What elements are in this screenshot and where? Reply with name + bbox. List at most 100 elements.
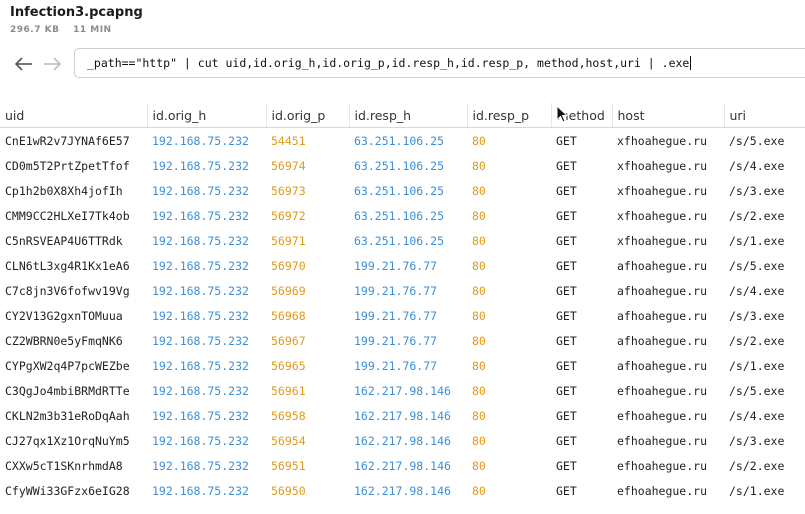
table-cell: 80 (472, 258, 486, 273)
table-row[interactable]: CYPgXW2q4P7pcWEZbe 192.168.75.232 56965 199… (0, 353, 805, 378)
table-cell: 56968 (271, 308, 306, 323)
table-row[interactable]: CXXw5cT1SKnrhmdA8 192.168.75.232 56951 162.… (0, 453, 805, 478)
table-cell: efhoahegue.ru (617, 408, 708, 423)
table-cell: C5nRSVEAP4U6TTRdk (5, 233, 123, 248)
mouse-cursor-icon (556, 104, 569, 127)
table-cell: efhoahegue.ru (617, 433, 708, 448)
query-input[interactable]: _path=="http" | cut uid,id.orig_h,id.ori… (74, 48, 805, 78)
table-cell: xfhoahegue.ru (617, 233, 708, 248)
table-cell: 63.251.106.25 (354, 233, 445, 248)
table-cell: 80 (472, 408, 486, 423)
table-cell: 80 (472, 233, 486, 248)
table-cell: CYPgXW2q4P7pcWEZbe (5, 358, 130, 373)
table-cell: /s/5.exe (729, 133, 785, 148)
table-row[interactable]: CZ2WBRN0e5yFmqNK6 192.168.75.232 56967 199.… (0, 328, 805, 353)
table-row[interactable]: CD0m5T2PrtZpetTfof 192.168.75.232 56974 63.… (0, 153, 805, 178)
table-cell: 80 (472, 208, 486, 223)
file-meta: 296.7 KB 11 MIN (10, 25, 122, 35)
column-header[interactable]: id.orig_p (265, 103, 349, 128)
table-cell: 192.168.75.232 (152, 183, 249, 198)
query-text: _path=="http" | cut uid,id.orig_h,id.ori… (87, 56, 690, 70)
table-cell: 56973 (271, 183, 306, 198)
table-cell: GET (556, 358, 577, 373)
column-header[interactable]: uid (0, 103, 147, 128)
table-cell: /s/1.exe (729, 233, 785, 248)
title-bar: Infection3.pcapng 296.7 KB 11 MIN (0, 0, 805, 44)
table-cell: 192.168.75.232 (152, 233, 249, 248)
table-cell: 192.168.75.232 (152, 133, 249, 148)
table-cell: 192.168.75.232 (152, 433, 249, 448)
table-cell: /s/3.exe (729, 183, 785, 198)
table-cell: efhoahegue.ru (617, 458, 708, 473)
table-cell: afhoahegue.ru (617, 308, 708, 323)
table-cell: 192.168.75.232 (152, 208, 249, 223)
table-cell: afhoahegue.ru (617, 258, 708, 273)
column-header[interactable]: id.orig_h (146, 103, 266, 128)
text-caret (690, 56, 692, 70)
table-cell: C3QgJo4mbiBRMdRTTe (5, 383, 130, 398)
table-cell: CD0m5T2PrtZpetTfof (5, 158, 130, 173)
table-cell: GET (556, 258, 577, 273)
table-cell: 63.251.106.25 (354, 183, 445, 198)
table-row[interactable]: CLN6tL3xg4R1Kx1eA6 192.168.75.232 56970 199… (0, 253, 805, 278)
table-cell: /s/1.exe (729, 358, 785, 373)
table-row[interactable]: Cp1h2b0X8Xh4jofIh 192.168.75.232 56973 63.2… (0, 178, 805, 203)
table-cell: 80 (472, 133, 486, 148)
table-cell: 192.168.75.232 (152, 333, 249, 348)
forward-button[interactable] (41, 53, 63, 75)
table-cell: 162.217.98.146 (354, 383, 451, 398)
table-cell: 80 (472, 358, 486, 373)
table-cell: 162.217.98.146 (354, 433, 451, 448)
table-cell: efhoahegue.ru (617, 383, 708, 398)
table-cell: 56961 (271, 383, 306, 398)
back-button[interactable] (13, 53, 35, 75)
table-row[interactable]: CJ27qx1Xz1OrqNuYm5 192.168.75.232 56954 162… (0, 428, 805, 453)
table-cell: /s/5.exe (729, 383, 785, 398)
table-cell: GET (556, 433, 577, 448)
table-row[interactable]: C3QgJo4mbiBRMdRTTe 192.168.75.232 56961 162… (0, 378, 805, 403)
column-header[interactable]: id.resp_h (348, 103, 467, 128)
table-cell: /s/1.exe (729, 483, 785, 498)
table-cell: /s/3.exe (729, 433, 785, 448)
table-cell: GET (556, 308, 577, 323)
table-cell: GET (556, 483, 577, 498)
table-cell: CMM9CC2HLXeI7Tk4ob (5, 208, 130, 223)
table-cell: Cp1h2b0X8Xh4jofIh (5, 183, 123, 198)
table-row[interactable]: CKLN2m3b31eRoDqAah 192.168.75.232 56958 162… (0, 403, 805, 428)
table-row[interactable]: CMM9CC2HLXeI7Tk4ob 192.168.75.232 56972 63.… (0, 203, 805, 228)
table-cell: GET (556, 383, 577, 398)
table-row[interactable]: C7c8jn3V6fofwv19Vg 192.168.75.232 56969 199… (0, 278, 805, 303)
table-cell: 192.168.75.232 (152, 283, 249, 298)
table-cell: GET (556, 233, 577, 248)
table-cell: afhoahegue.ru (617, 283, 708, 298)
arrow-left-icon (14, 57, 32, 71)
column-header[interactable]: id.resp_p (466, 103, 551, 128)
table-cell: /s/2.exe (729, 333, 785, 348)
table-cell: 56965 (271, 358, 306, 373)
table-cell: 162.217.98.146 (354, 458, 451, 473)
table-cell: 192.168.75.232 (152, 483, 249, 498)
table-cell: 80 (472, 458, 486, 473)
table-cell: 192.168.75.232 (152, 158, 249, 173)
table-cell: CZ2WBRN0e5yFmqNK6 (5, 333, 123, 348)
column-header[interactable]: host (611, 103, 724, 128)
table-cell: 192.168.75.232 (152, 308, 249, 323)
table-cell: GET (556, 158, 577, 173)
table-cell: 80 (472, 158, 486, 173)
table-row[interactable]: CY2V13G2gxnTOMuua 192.168.75.232 56968 199.… (0, 303, 805, 328)
table-cell: /s/2.exe (729, 208, 785, 223)
table-cell: 80 (472, 283, 486, 298)
table-cell: 56971 (271, 233, 306, 248)
table-cell: 56972 (271, 208, 306, 223)
table-row[interactable]: CnE1wR2v7JYNAf6E57 192.168.75.232 54451 63.… (0, 128, 805, 154)
table-cell: 56974 (271, 158, 306, 173)
table-cell: 199.21.76.77 (354, 358, 438, 373)
table-cell: 192.168.75.232 (152, 358, 249, 373)
column-header[interactable]: uri (723, 103, 805, 128)
table-cell: 56967 (271, 333, 306, 348)
table-cell: CKLN2m3b31eRoDqAah (5, 408, 130, 423)
table-row[interactable]: CfyWWi33GFzx6eIG28 192.168.75.232 56950 162… (0, 478, 805, 503)
table-cell: /s/4.exe (729, 408, 785, 423)
table-row[interactable]: C5nRSVEAP4U6TTRdk 192.168.75.232 56971 63.2… (0, 228, 805, 253)
table-cell: 54451 (271, 133, 306, 148)
